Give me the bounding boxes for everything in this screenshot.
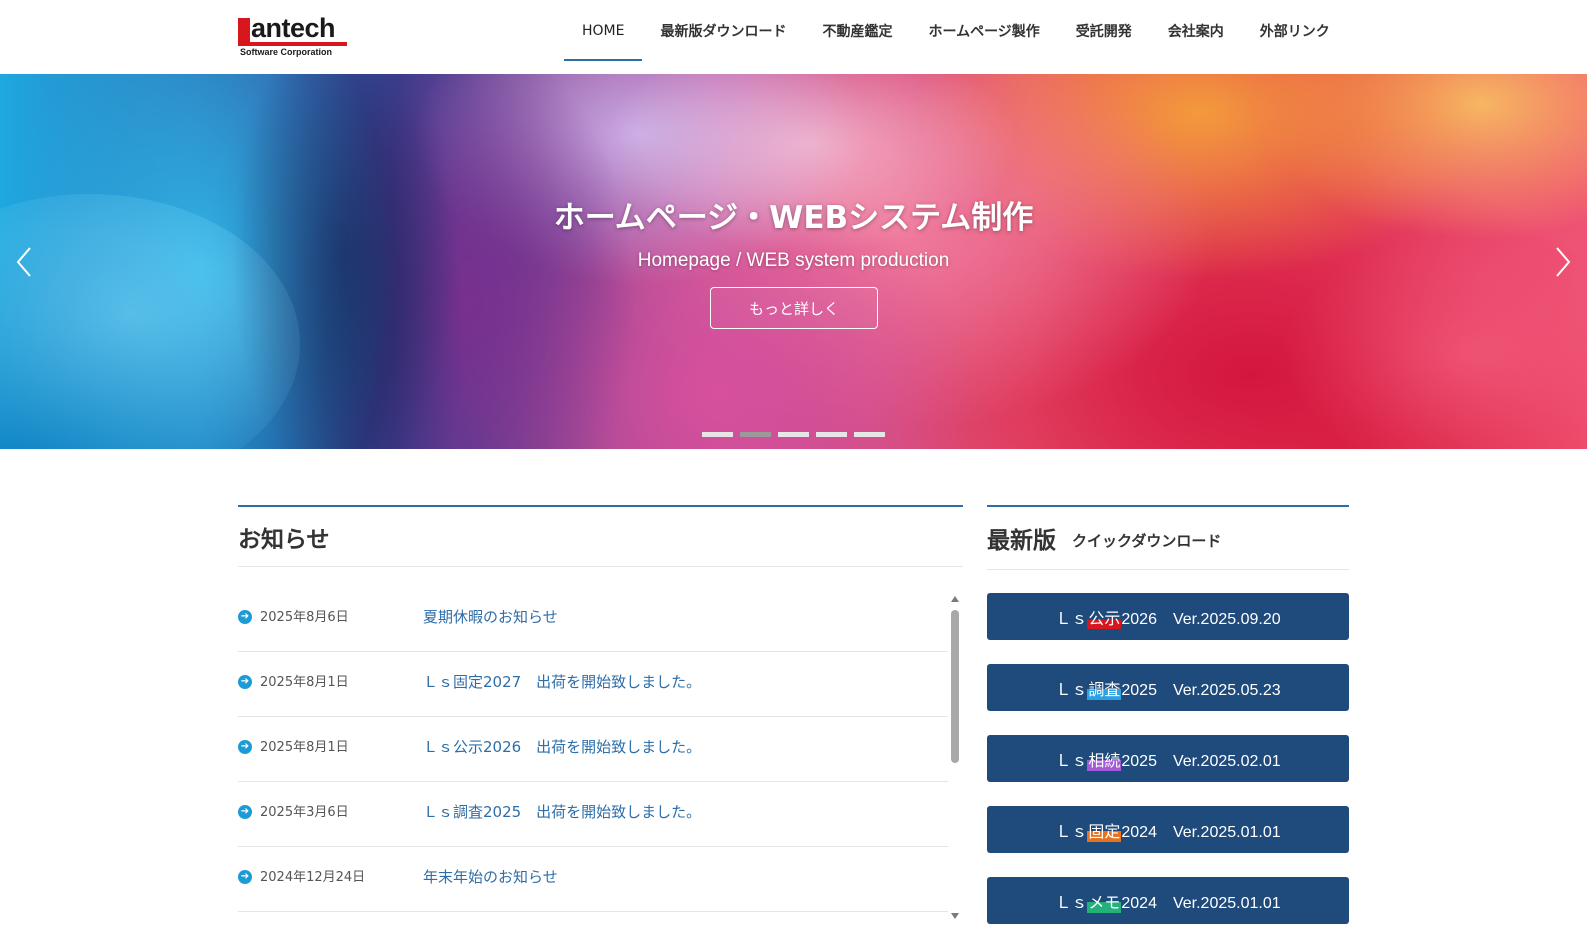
news-item: ➔ 2025年8月6日 夏期休暇のお知らせ [238, 587, 948, 652]
carousel-dot-5[interactable] [854, 432, 885, 437]
download-prefix: Ｌｓ [1055, 894, 1088, 912]
nav-latest-download[interactable]: 最新版ダウンロード [642, 0, 804, 62]
latest-download-section: 最新版 クイックダウンロード Ｌｓ 公示 2026 Ver.2025.09.20 Ｌ… [987, 505, 1349, 924]
site-header: antech Software Corporation HOME 最新版ダウンロ… [0, 0, 1587, 74]
download-prefix: Ｌｓ [1055, 823, 1088, 841]
arrow-circle-right-icon: ➔ [238, 805, 252, 819]
scroll-down-arrow-icon[interactable] [951, 913, 959, 919]
carousel-indicators [702, 432, 885, 437]
download-product-name: 固定 [1087, 817, 1122, 842]
hero-more-button[interactable]: もっと詳しく [710, 287, 878, 329]
carousel-dot-3[interactable] [778, 432, 809, 437]
news-item: ➔ 2025年8月1日 Ｌｓ公示2026 出荷を開始致しました。 [238, 717, 948, 782]
news-date: 2025年3月6日 [260, 805, 349, 820]
nav-homepage-production[interactable]: ホームページ製作 [910, 0, 1057, 62]
nav-external-links[interactable]: 外部リンク [1242, 0, 1348, 62]
scroll-thumb[interactable] [951, 610, 959, 763]
download-version: 2024 Ver.2025.01.01 [1121, 823, 1281, 841]
logo-text: antech [251, 13, 336, 43]
company-logo[interactable]: antech Software Corporation [238, 13, 350, 60]
download-product-name: 調査 [1087, 675, 1122, 700]
news-link[interactable]: Ｌｓ調査2025 出荷を開始致しました。 [423, 801, 701, 822]
latest-title: 最新版 [987, 528, 1056, 554]
download-prefix: Ｌｓ [1055, 610, 1088, 628]
download-button-koji[interactable]: Ｌｓ 公示 2026 Ver.2025.09.20 [987, 593, 1349, 640]
nav-company-info[interactable]: 会社案内 [1150, 0, 1242, 62]
news-item: ➔ 2025年3月6日 Ｌｓ調査2025 出荷を開始致しました。 [238, 782, 948, 847]
logo-underline [238, 42, 347, 46]
news-link[interactable]: Ｌｓ公示2026 出荷を開始致しました。 [423, 736, 701, 757]
nav-contract-development[interactable]: 受託開発 [1058, 0, 1150, 62]
news-title: お知らせ [238, 507, 963, 567]
carousel-dot-2[interactable] [740, 432, 771, 437]
download-button-kotei[interactable]: Ｌｓ 固定 2024 Ver.2025.01.01 [987, 806, 1349, 853]
download-button-chosa[interactable]: Ｌｓ 調査 2025 Ver.2025.05.23 [987, 664, 1349, 711]
download-product-name: メモ [1087, 888, 1122, 913]
news-item: ➔ 2025年8月1日 Ｌｓ固定2027 出荷を開始致しました。 [238, 652, 948, 717]
news-item: ➔ 2024年12月24日 年末年始のお知らせ [238, 847, 948, 912]
arrow-circle-right-icon: ➔ [238, 675, 252, 689]
hero-carousel: ホームページ・WEBシステム制作 Homepage / WEB system p… [0, 74, 1587, 449]
carousel-dot-1[interactable] [702, 432, 733, 437]
arrow-circle-right-icon: ➔ [238, 870, 252, 884]
download-button-memo[interactable]: Ｌｓ メモ 2024 Ver.2025.01.01 [987, 877, 1349, 924]
latest-subtitle: クイックダウンロード [1072, 531, 1222, 550]
hero-title: ホームページ・WEBシステム制作 [553, 200, 1034, 236]
scroll-up-arrow-icon[interactable] [951, 596, 959, 602]
download-product-name: 公示 [1087, 604, 1122, 629]
news-section: お知らせ ➔ 2025年8月6日 夏期休暇のお知らせ ➔ 2025年8月1日 Ｌ… [238, 505, 963, 919]
download-button-sozoku[interactable]: Ｌｓ 相続 2025 Ver.2025.02.01 [987, 735, 1349, 782]
arrow-circle-right-icon: ➔ [238, 610, 252, 624]
news-link[interactable]: Ｌｓ固定2027 出荷を開始致しました。 [423, 671, 701, 692]
download-version: 2025 Ver.2025.05.23 [1121, 681, 1281, 699]
logo-mark [238, 18, 250, 45]
nav-real-estate-appraisal[interactable]: 不動産鑑定 [804, 0, 910, 62]
logo-subtitle: Software Corporation [240, 47, 333, 57]
latest-header: 最新版 クイックダウンロード [987, 507, 1349, 570]
carousel-dot-4[interactable] [816, 432, 847, 437]
download-prefix: Ｌｓ [1055, 681, 1088, 699]
download-version: 2025 Ver.2025.02.01 [1121, 752, 1281, 770]
download-version: 2026 Ver.2025.09.20 [1121, 610, 1281, 628]
download-version: 2024 Ver.2025.01.01 [1121, 894, 1281, 912]
news-scrollbar[interactable] [950, 592, 960, 922]
news-date: 2025年8月1日 [260, 740, 349, 755]
hero-subtitle: Homepage / WEB system production [637, 250, 950, 271]
news-date: 2025年8月6日 [260, 610, 349, 625]
news-date: 2024年12月24日 [260, 870, 366, 885]
main-nav: HOME 最新版ダウンロード 不動産鑑定 ホームページ製作 受託開発 会社案内 … [564, 0, 1348, 62]
download-product-name: 相続 [1087, 746, 1122, 771]
news-list[interactable]: ➔ 2025年8月6日 夏期休暇のお知らせ ➔ 2025年8月1日 Ｌｓ固定20… [238, 587, 948, 917]
news-date: 2025年8月1日 [260, 675, 349, 690]
download-prefix: Ｌｓ [1055, 752, 1088, 770]
arrow-circle-right-icon: ➔ [238, 740, 252, 754]
nav-home[interactable]: HOME [564, 0, 643, 62]
news-link[interactable]: 年末年始のお知らせ [423, 866, 558, 887]
news-link[interactable]: 夏期休暇のお知らせ [423, 606, 558, 627]
